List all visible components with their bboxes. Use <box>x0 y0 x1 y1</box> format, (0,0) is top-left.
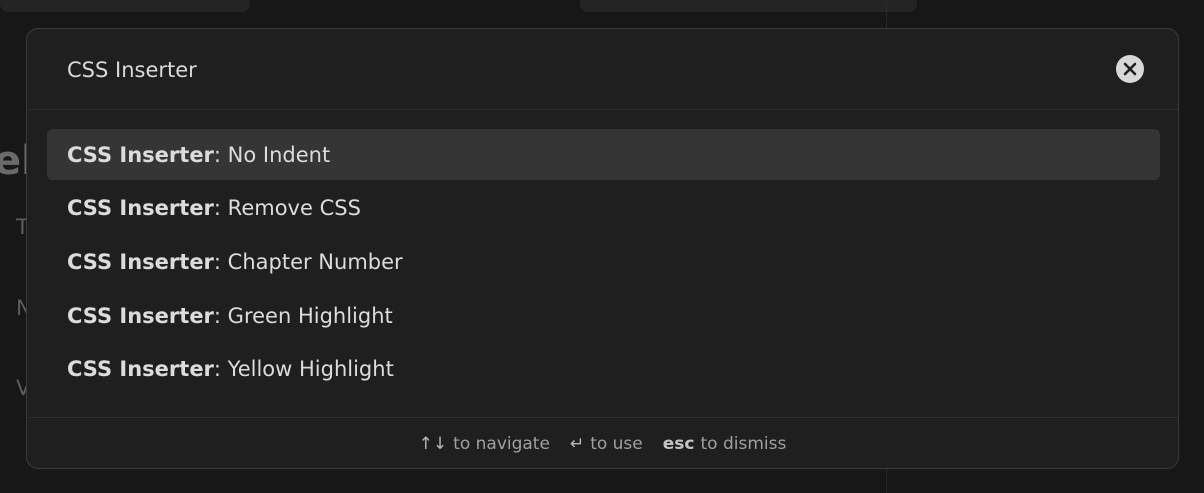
command-results-list: CSS Inserter: No Indent CSS Inserter: Re… <box>47 129 1160 397</box>
esc-key-label: esc <box>662 434 695 454</box>
command-item-label: No Indent <box>221 142 331 167</box>
command-search-input[interactable] <box>67 53 1067 87</box>
command-item-label: Remove CSS <box>221 196 361 221</box>
command-item-separator: : <box>213 249 221 274</box>
command-item-no-indent[interactable]: CSS Inserter: No Indent <box>47 129 1160 180</box>
command-item-prefix: CSS Inserter <box>67 249 214 274</box>
dismiss-hint: esc to dismiss <box>663 434 787 454</box>
use-hint: ↵ to use <box>570 434 643 454</box>
command-palette-footer: ↑↓ to navigate ↵ to use esc to dismiss <box>27 417 1178 468</box>
navigate-hint-label: to navigate <box>453 434 550 454</box>
command-item-separator: : <box>213 142 221 167</box>
use-hint-label: to use <box>590 434 643 454</box>
command-item-remove-css[interactable]: CSS Inserter: Remove CSS <box>47 183 1160 234</box>
command-item-prefix: CSS Inserter <box>67 357 214 382</box>
command-item-label: Yellow Highlight <box>221 357 394 382</box>
command-item-separator: : <box>213 357 221 382</box>
command-item-chapter-number[interactable]: CSS Inserter: Chapter Number <box>47 236 1160 287</box>
command-item-yellow-highlight[interactable]: CSS Inserter: Yellow Highlight <box>47 344 1160 395</box>
dismiss-hint-label: to dismiss <box>700 434 787 454</box>
background-tab <box>0 0 250 12</box>
background-tab <box>580 0 917 12</box>
command-item-label: Chapter Number <box>221 249 403 274</box>
navigate-hint: ↑↓ to navigate <box>419 434 550 454</box>
enter-key-icon: ↵ <box>569 434 585 454</box>
arrow-keys-icon: ↑↓ <box>418 434 448 454</box>
close-button[interactable] <box>1116 55 1144 83</box>
command-item-separator: : <box>213 196 221 221</box>
command-item-prefix: CSS Inserter <box>67 196 214 221</box>
command-palette: CSS Inserter: No Indent CSS Inserter: Re… <box>26 28 1179 469</box>
close-icon <box>1123 62 1137 76</box>
command-item-prefix: CSS Inserter <box>67 142 214 167</box>
command-item-separator: : <box>213 303 221 328</box>
command-palette-header <box>27 29 1178 110</box>
command-item-prefix: CSS Inserter <box>67 303 214 328</box>
command-item-green-highlight[interactable]: CSS Inserter: Green Highlight <box>47 290 1160 341</box>
command-item-label: Green Highlight <box>221 303 393 328</box>
